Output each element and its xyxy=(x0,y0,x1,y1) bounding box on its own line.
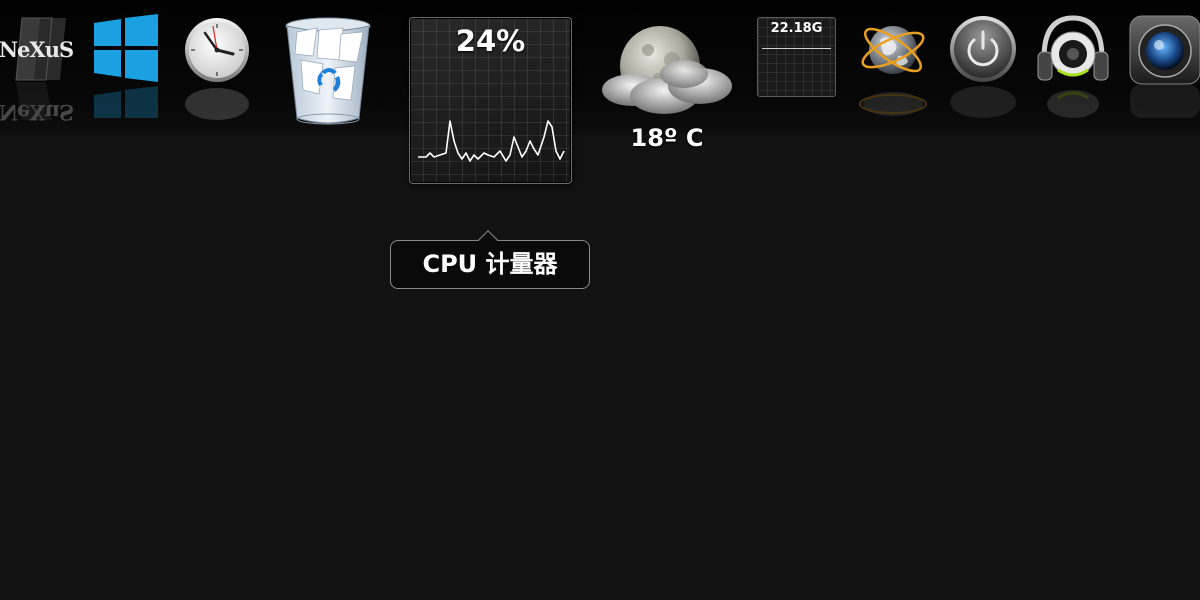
recycle-bin-dock-item[interactable] xyxy=(283,16,375,128)
clock-dock-item[interactable] xyxy=(183,16,251,126)
nexus-reflection: NeXuS xyxy=(0,100,73,125)
globe-icon xyxy=(859,26,927,116)
globe-dock-item[interactable] xyxy=(858,14,928,124)
disk-usage-line xyxy=(762,48,831,49)
headphones-speaker-icon xyxy=(1037,15,1109,118)
cpu-meter-widget[interactable]: 24% xyxy=(409,17,572,184)
power-dock-item[interactable] xyxy=(948,14,1018,124)
disk-value-label: 22.18G xyxy=(770,21,823,36)
dock-bar: NeXuS NeXuS xyxy=(0,0,1200,135)
clock-icon xyxy=(185,18,249,120)
camera-dock-item[interactable] xyxy=(1128,14,1200,124)
windows-dock-item[interactable] xyxy=(92,14,160,124)
music-dock-item[interactable] xyxy=(1036,14,1110,124)
recycle-bin-icon xyxy=(285,17,371,125)
weather-moon-cloud-icon xyxy=(602,26,732,114)
nexus-logo-icon: NeXuS NeXuS xyxy=(0,17,74,125)
disk-meter-widget[interactable]: 22.18G xyxy=(757,17,836,97)
cpu-percent-label: 24% xyxy=(455,24,526,58)
nexus-logo-label: NeXuS xyxy=(0,37,73,62)
weather-dock-item[interactable] xyxy=(598,20,736,120)
weather-temperature: 18º C xyxy=(630,124,704,152)
dock-tooltip: CPU 计量器 xyxy=(390,230,590,289)
nexus-dock-item[interactable]: NeXuS NeXuS xyxy=(0,12,74,125)
power-icon xyxy=(950,16,1016,118)
desktop: NeXuS NeXuS 24% 18º C 22.18G CPU 计量器 xyxy=(0,0,1200,600)
windows-logo-icon xyxy=(94,14,158,118)
cpu-usage-graph xyxy=(418,120,565,162)
camera-lens-icon xyxy=(1129,15,1200,118)
tooltip-text: CPU 计量器 xyxy=(422,250,558,278)
